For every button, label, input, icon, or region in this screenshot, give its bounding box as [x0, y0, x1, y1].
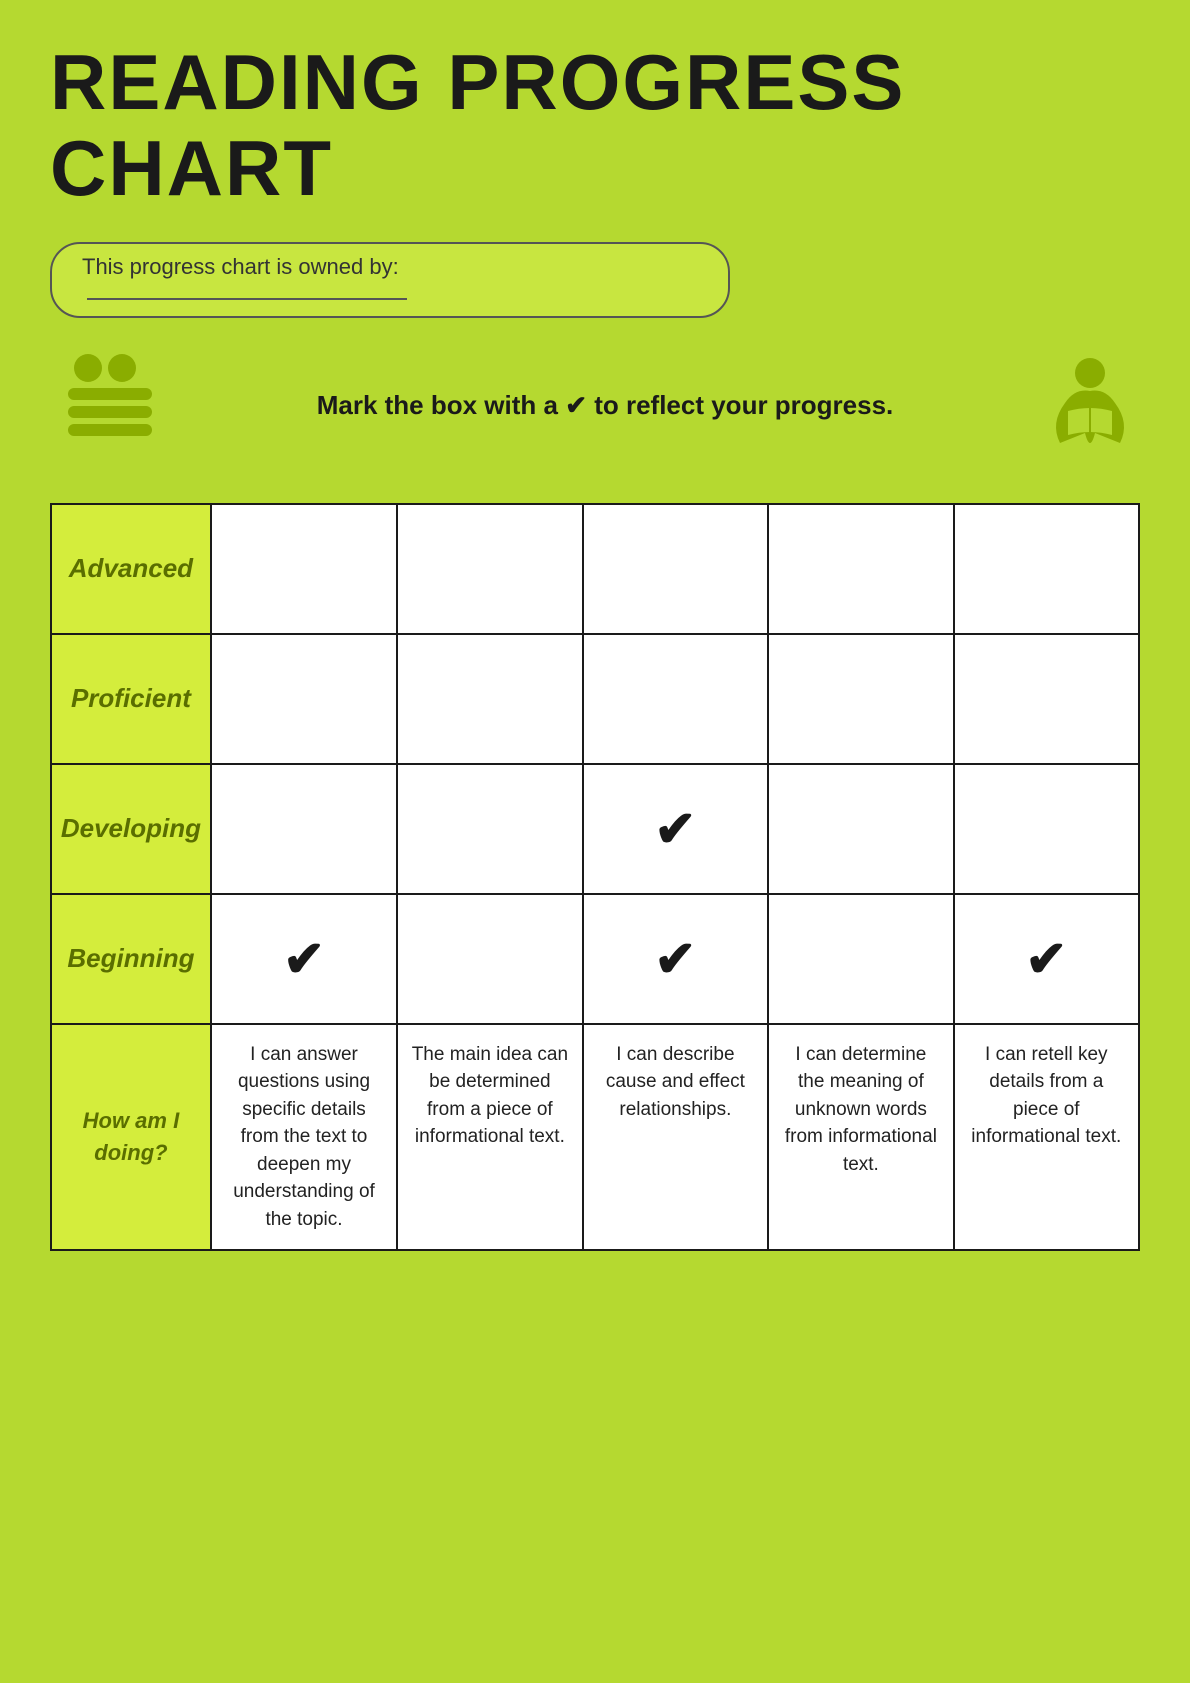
cell-developing-2[interactable]: ✔	[583, 764, 769, 894]
teacher-icon	[50, 348, 170, 463]
cell-proficient-0[interactable]	[211, 634, 397, 764]
description-cell-2: I can describe cause and effect relation…	[583, 1024, 769, 1251]
cell-proficient-2[interactable]	[583, 634, 769, 764]
row-label-proficient: Proficient	[51, 634, 211, 764]
row-label-developing: Developing	[51, 764, 211, 894]
description-cell-3: I can determine the meaning of unknown w…	[768, 1024, 953, 1251]
cell-advanced-3[interactable]	[768, 504, 953, 634]
checkmark-icon: ✔	[1025, 931, 1067, 987]
checkmark-icon: ✔	[283, 931, 325, 987]
cell-developing-4[interactable]	[954, 764, 1139, 894]
cell-proficient-4[interactable]	[954, 634, 1139, 764]
cell-advanced-4[interactable]	[954, 504, 1139, 634]
description-cell-0: I can answer questions using specific de…	[211, 1024, 397, 1251]
instruction-text: Mark the box with a ✔ to reflect your pr…	[190, 390, 1020, 421]
cell-developing-3[interactable]	[768, 764, 953, 894]
checkmark-icon: ✔	[654, 931, 696, 987]
cell-developing-0[interactable]	[211, 764, 397, 894]
owner-label: This progress chart is owned by:	[82, 254, 399, 279]
owner-box: This progress chart is owned by:	[50, 242, 730, 318]
reader-icon	[1040, 353, 1140, 458]
cell-beginning-1[interactable]	[397, 894, 582, 1024]
row-label-advanced: Advanced	[51, 504, 211, 634]
progress-table: AdvancedProficientDeveloping ✔ Beginning ✔ ✔…	[50, 503, 1140, 1252]
cell-beginning-0[interactable]: ✔	[211, 894, 397, 1024]
cell-beginning-4[interactable]: ✔	[954, 894, 1139, 1024]
checkmark-icon: ✔	[654, 801, 696, 857]
cell-beginning-3[interactable]	[768, 894, 953, 1024]
cell-proficient-3[interactable]	[768, 634, 953, 764]
description-cell-4: I can retell key details from a piece of…	[954, 1024, 1139, 1251]
row-label-beginning: Beginning	[51, 894, 211, 1024]
header-row: Mark the box with a ✔ to reflect your pr…	[50, 348, 1140, 463]
cell-advanced-0[interactable]	[211, 504, 397, 634]
how-am-i-label: How am I doing?	[51, 1024, 211, 1251]
cell-developing-1[interactable]	[397, 764, 582, 894]
cell-advanced-1[interactable]	[397, 504, 582, 634]
page-title: READING PROGRESS CHART	[50, 40, 1140, 212]
description-cell-1: The main idea can be determined from a p…	[397, 1024, 582, 1251]
cell-beginning-2[interactable]: ✔	[583, 894, 769, 1024]
cell-proficient-1[interactable]	[397, 634, 582, 764]
cell-advanced-2[interactable]	[583, 504, 769, 634]
